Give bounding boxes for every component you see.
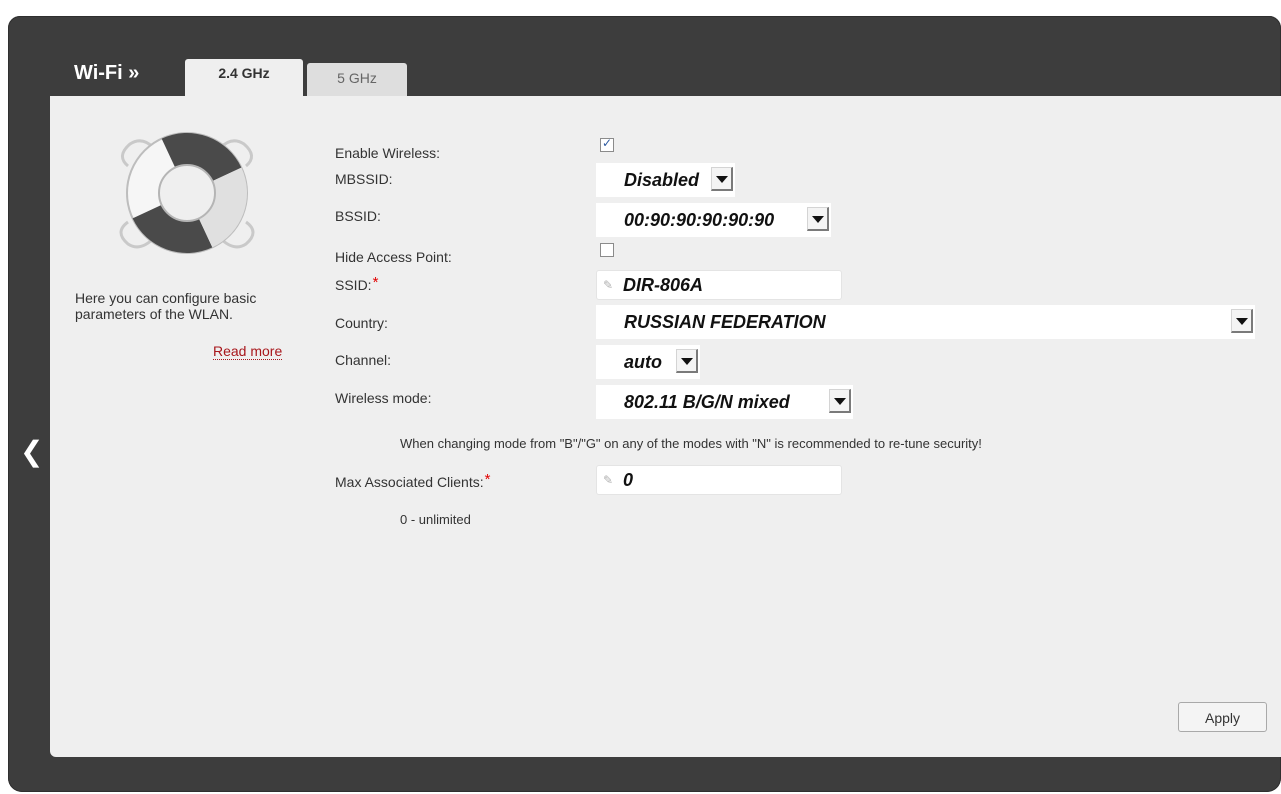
chevron-down-icon bbox=[711, 167, 733, 191]
max-clients-label-text: Max Associated Clients: bbox=[335, 474, 484, 490]
ssid-label-text: SSID: bbox=[335, 277, 372, 293]
max-clients-note: 0 - unlimited bbox=[400, 512, 471, 527]
chevron-down-icon bbox=[1231, 309, 1253, 333]
pencil-icon: ✎ bbox=[603, 473, 614, 487]
chevron-down-icon bbox=[676, 349, 698, 373]
page-title: Wi-Fi » bbox=[74, 62, 140, 84]
country-select[interactable]: RUSSIAN FEDERATION bbox=[596, 305, 1255, 339]
bssid-label: BSSID: bbox=[335, 208, 381, 224]
enable-wireless-label: Enable Wireless: bbox=[335, 145, 441, 161]
ssid-value: DIR-806A bbox=[623, 275, 704, 295]
hide-access-point-label: Hide Access Point: bbox=[335, 249, 452, 265]
pencil-icon: ✎ bbox=[603, 278, 614, 292]
wlan-description: Here you can configure basic parameters … bbox=[75, 290, 257, 322]
chevron-down-icon bbox=[829, 389, 851, 413]
ssid-label: SSID:* bbox=[335, 274, 378, 293]
wireless-mode-select[interactable]: 802.11 B/G/N mixed bbox=[596, 385, 853, 419]
bssid-value: 00:90:90:90:90:90 bbox=[624, 210, 775, 230]
wireless-mode-label: Wireless mode: bbox=[335, 390, 432, 406]
enable-wireless-checkbox[interactable] bbox=[600, 136, 614, 152]
apply-button[interactable]: Apply bbox=[1178, 702, 1267, 732]
lifebuoy-icon bbox=[119, 132, 255, 254]
country-value: RUSSIAN FEDERATION bbox=[624, 312, 826, 332]
channel-select[interactable]: auto bbox=[596, 345, 700, 379]
ssid-input[interactable]: ✎ DIR-806A bbox=[596, 270, 842, 300]
wireless-mode-note: When changing mode from "B"/"G" on any o… bbox=[400, 436, 982, 451]
required-mark: * bbox=[372, 274, 379, 291]
max-clients-input[interactable]: ✎ 0 bbox=[596, 465, 842, 495]
mbssid-value: Disabled bbox=[624, 170, 700, 190]
channel-value: auto bbox=[624, 352, 662, 372]
wireless-mode-value: 802.11 B/G/N mixed bbox=[624, 392, 790, 412]
hide-access-point-checkbox[interactable] bbox=[600, 243, 614, 257]
back-arrow-icon[interactable]: ❮ bbox=[20, 437, 44, 467]
chevron-down-icon bbox=[807, 207, 829, 231]
country-label: Country: bbox=[335, 315, 388, 331]
required-mark: * bbox=[484, 471, 491, 488]
mbssid-label: MBSSID: bbox=[335, 171, 393, 187]
channel-label: Channel: bbox=[335, 352, 392, 368]
bssid-select[interactable]: 00:90:90:90:90:90 bbox=[596, 203, 831, 237]
max-clients-label: Max Associated Clients:* bbox=[335, 471, 490, 490]
read-more-link[interactable]: Read more bbox=[213, 343, 283, 360]
tab-5-ghz[interactable]: 5 GHz bbox=[307, 63, 407, 97]
max-clients-value: 0 bbox=[623, 470, 634, 490]
mbssid-select[interactable]: Disabled bbox=[596, 163, 735, 197]
tab-2-4-ghz[interactable]: 2.4 GHz bbox=[185, 59, 303, 99]
